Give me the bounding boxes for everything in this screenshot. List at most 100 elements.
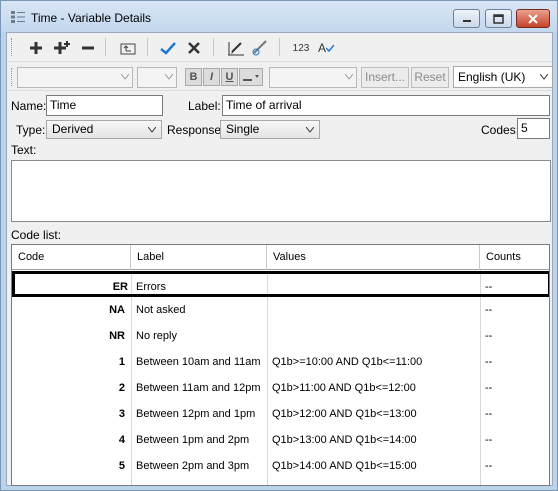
values-cell bbox=[272, 297, 480, 323]
spellcheck-button[interactable]: A bbox=[315, 37, 337, 59]
variable-details-window: Time - Variable Details 123 A B I U Inse… bbox=[0, 0, 558, 491]
label-cell: Between 11am and 12pm bbox=[136, 382, 261, 394]
table-row[interactable]: 2 Between 11am and 12pm Q1b>11:00 AND Q1… bbox=[12, 375, 549, 401]
counts-cell: -- bbox=[485, 434, 493, 446]
table-row[interactable]: NA Not asked -- bbox=[12, 297, 549, 323]
brush-icon bbox=[252, 40, 267, 56]
toolbar-separator bbox=[213, 38, 214, 56]
window-title: Time - Variable Details bbox=[31, 11, 152, 25]
code-cell: 5 bbox=[118, 460, 125, 472]
name-label: Name: bbox=[11, 99, 47, 113]
column-header-label[interactable]: Label bbox=[131, 245, 267, 270]
dialog-body: 123 A B I U Insert... Reset English (UK)… bbox=[6, 32, 553, 486]
label-cell: Between 1pm and 2pm bbox=[136, 434, 250, 446]
table-row[interactable]: 3 Between 12pm and 1pm Q1b>12:00 AND Q1b… bbox=[12, 401, 549, 427]
counts-cell: -- bbox=[485, 382, 493, 394]
chevron-down-icon bbox=[148, 127, 156, 133]
label-cell: Between 12pm and 1pm bbox=[136, 408, 256, 420]
edit-chart-button[interactable] bbox=[225, 37, 247, 59]
values-cell: Q1b>=10:00 AND Q1b<=11:00 bbox=[272, 356, 423, 368]
type-label: Type: bbox=[16, 123, 46, 137]
name-field[interactable]: Time bbox=[46, 95, 163, 116]
table-row[interactable]: 4 Between 1pm and 2pm Q1b>13:00 AND Q1b<… bbox=[12, 427, 549, 453]
font-size-combo[interactable] bbox=[137, 67, 177, 88]
text-color-icon bbox=[243, 75, 259, 81]
maximize-button[interactable] bbox=[485, 9, 512, 28]
response-select[interactable]: Single bbox=[220, 120, 320, 139]
x-icon bbox=[188, 42, 200, 54]
ruler-pen-icon bbox=[228, 42, 244, 56]
reset-button[interactable]: Reset bbox=[411, 67, 449, 88]
add-code-button[interactable] bbox=[25, 37, 47, 59]
column-header-code[interactable]: Code bbox=[12, 245, 131, 270]
plus-plus-icon bbox=[54, 41, 70, 54]
code-list-grid[interactable]: Code Label Values Counts ER Errors -- NA… bbox=[11, 244, 550, 486]
toolbar-separator bbox=[279, 38, 280, 56]
close-button[interactable] bbox=[516, 9, 550, 28]
style-combo[interactable] bbox=[269, 67, 357, 88]
spellcheck-label: A bbox=[317, 41, 326, 55]
underline-button[interactable]: U bbox=[221, 68, 238, 86]
text-area[interactable] bbox=[11, 160, 551, 222]
counts-cell: -- bbox=[485, 408, 493, 420]
values-cell: Q1b>11:00 AND Q1b<=12:00 bbox=[272, 382, 416, 394]
delete-code-button[interactable] bbox=[77, 37, 99, 59]
label-cell: Between 10am and 11am bbox=[136, 356, 261, 368]
move-up-button[interactable] bbox=[117, 37, 139, 59]
table-row[interactable]: ER Errors -- bbox=[12, 271, 549, 297]
counts-cell: -- bbox=[485, 460, 493, 472]
chevron-down-icon bbox=[165, 74, 173, 80]
table-row[interactable]: 5 Between 2pm and 3pm Q1b>14:00 AND Q1b<… bbox=[12, 453, 549, 479]
numbering-label: 123 bbox=[292, 42, 310, 54]
code-cell: NR bbox=[109, 330, 125, 342]
column-header-values[interactable]: Values bbox=[267, 245, 480, 270]
language-value: English (UK) bbox=[458, 70, 526, 84]
column-header-counts[interactable]: Counts bbox=[480, 245, 549, 270]
format-brush-button[interactable] bbox=[249, 37, 271, 59]
response-value: Single bbox=[226, 122, 260, 136]
table-row[interactable]: 1 Between 10am and 11am Q1b>=10:00 AND Q… bbox=[12, 349, 549, 375]
accept-button[interactable] bbox=[157, 37, 179, 59]
type-value: Derived bbox=[52, 122, 94, 136]
text-color-button[interactable] bbox=[239, 68, 263, 86]
values-cell: Q1b>13:00 AND Q1b<=14:00 bbox=[272, 434, 417, 446]
label-cell: Between 2pm and 3pm bbox=[136, 460, 250, 472]
minus-icon bbox=[82, 46, 94, 50]
counts-cell: -- bbox=[485, 356, 493, 368]
minimize-icon bbox=[462, 19, 471, 22]
chevron-down-icon bbox=[306, 127, 314, 133]
move-up-icon bbox=[120, 43, 136, 55]
checkmark-icon bbox=[160, 42, 176, 55]
type-select[interactable]: Derived bbox=[46, 120, 162, 139]
toolbar-separator bbox=[105, 38, 106, 56]
numbering-button[interactable]: 123 bbox=[289, 37, 313, 59]
values-cell: Q1b>14:00 AND Q1b<=15:00 bbox=[272, 460, 417, 472]
code-cell: 1 bbox=[118, 356, 125, 368]
toolbar-grip[interactable] bbox=[11, 68, 14, 86]
bold-button[interactable]: B bbox=[185, 68, 202, 86]
label-field[interactable]: Time of arrival bbox=[222, 95, 550, 116]
codes-field[interactable]: 5 bbox=[517, 118, 550, 139]
variable-list-icon bbox=[11, 11, 25, 23]
insert-code-button[interactable] bbox=[51, 37, 73, 59]
code-cell: 4 bbox=[118, 434, 125, 446]
minimize-button[interactable] bbox=[453, 9, 480, 28]
title-bar[interactable]: Time - Variable Details bbox=[1, 1, 557, 32]
text-label: Text: bbox=[11, 143, 37, 157]
format-toolbar: B I U Insert... Reset English (UK) bbox=[7, 63, 553, 91]
code-cell: 2 bbox=[118, 382, 125, 394]
plus-icon bbox=[30, 42, 42, 54]
table-row[interactable]: NR No reply -- bbox=[12, 323, 549, 349]
toolbar-grip[interactable] bbox=[11, 38, 14, 56]
close-icon bbox=[528, 13, 538, 24]
maximize-icon bbox=[493, 13, 504, 24]
font-name-combo[interactable] bbox=[17, 67, 133, 88]
italic-button[interactable]: I bbox=[203, 68, 220, 86]
cancel-button[interactable] bbox=[183, 37, 205, 59]
insert-button[interactable]: Insert... bbox=[361, 67, 409, 88]
language-select[interactable]: English (UK) bbox=[453, 66, 553, 88]
label-label: Label: bbox=[188, 99, 221, 113]
codelist-label: Code list: bbox=[11, 228, 62, 242]
counts-cell: -- bbox=[485, 330, 493, 342]
code-cell: NA bbox=[109, 304, 125, 316]
